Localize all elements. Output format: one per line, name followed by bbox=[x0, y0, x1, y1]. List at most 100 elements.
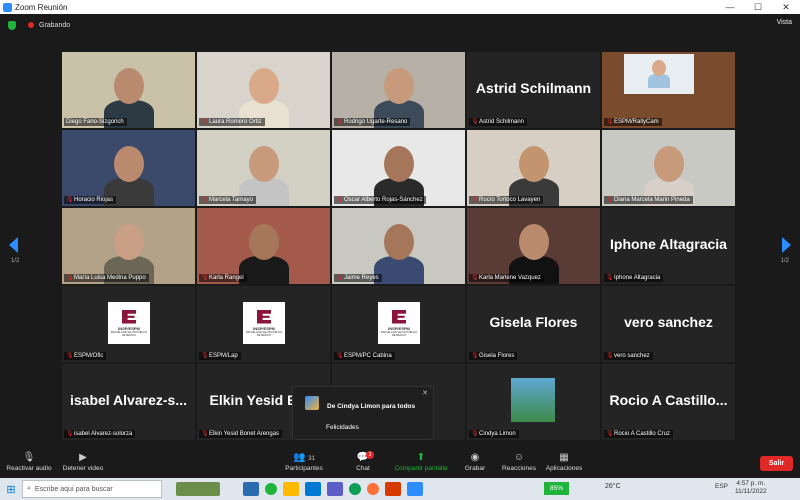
participant-name-label: 🎙 Horacio Riojas bbox=[64, 196, 117, 204]
espm-logo-subtext: ESCUELA DE SALUD PÚBLICA DE MÉXICO bbox=[110, 330, 148, 337]
battery-indicator[interactable]: 85% bbox=[544, 482, 569, 495]
view-button[interactable]: Vista bbox=[777, 19, 792, 26]
participant-name-label: 🎙 Karla Marlene Vazquez bbox=[469, 274, 544, 282]
taskbar-search-placeholder: Escribe aquí para buscar bbox=[34, 485, 113, 493]
video-feed bbox=[62, 208, 195, 284]
apps-icon: ▦ bbox=[559, 452, 569, 463]
previous-page-arrow-icon[interactable] bbox=[9, 237, 18, 253]
stop-video-label: Detener video bbox=[62, 465, 104, 472]
participant-display-name: Rocio A Castillo... bbox=[609, 392, 728, 408]
participant-tile[interactable]: 🎙 ESPM/RallyCam bbox=[602, 52, 735, 128]
participant-tile[interactable]: 🎙 Oscar Alberto Rojas-Sánchez bbox=[332, 130, 465, 206]
participant-name-label: 🎙 isabel Alvarez-solorza bbox=[64, 430, 136, 438]
participant-name-label: 🎙 Oscar Alberto Rojas-Sánchez bbox=[334, 196, 426, 204]
participant-tile[interactable]: 🎙 Horacio Riojas bbox=[62, 130, 195, 206]
file-explorer-icon[interactable] bbox=[283, 482, 299, 496]
participant-name-label: 🎙 Cindya Limon bbox=[469, 430, 519, 438]
participant-tile[interactable]: Astrid Schilmann 🎙 Astrid Schilmann bbox=[467, 52, 600, 128]
stop-video-button[interactable]: ▶ Detener video bbox=[60, 451, 106, 472]
participant-tile[interactable]: 🎙 María Luisa Medina Puppo bbox=[62, 208, 195, 284]
participant-tile[interactable]: 🎙 Rodrigo Ugarte-Resano bbox=[332, 52, 465, 128]
unmute-button[interactable]: 🎙 Reactivar audio bbox=[6, 451, 52, 472]
apps-button[interactable]: ▦ Aplicaciones bbox=[544, 451, 584, 472]
participant-name: Rocio A Castillo Cruz bbox=[614, 431, 671, 437]
participant-tile[interactable]: 🎙 Cindya Limon bbox=[467, 364, 600, 440]
participant-tile[interactable]: vero sanchez 🎙 vero sanchez bbox=[602, 286, 735, 362]
participant-tile[interactable]: 🎙 Laura Romero Ortiz bbox=[197, 52, 330, 128]
muted-mic-icon: 🎙 bbox=[66, 275, 74, 281]
weather-temp[interactable]: 26°C bbox=[605, 483, 621, 490]
participant-tile[interactable]: 🎙 Diana Marcela Marin Pineda bbox=[602, 130, 735, 206]
participant-name: Astrid Schilmann bbox=[479, 119, 525, 125]
participant-body bbox=[648, 74, 670, 88]
participant-tile[interactable]: 🎙 Rocío Tortoco Lavayen bbox=[467, 130, 600, 206]
participant-tile[interactable]: Gisela Flores 🎙 Gisela Flores bbox=[467, 286, 600, 362]
muted-mic-icon: 🎙 bbox=[471, 431, 479, 437]
leave-button[interactable]: Salir bbox=[760, 456, 793, 471]
chat-notification[interactable]: De Cindya Limon para todos Felicidades ✕ bbox=[292, 386, 434, 440]
page-indicator-left: 1/2 bbox=[11, 258, 20, 264]
muted-mic-icon: 🎙 bbox=[471, 275, 479, 281]
store-icon[interactable] bbox=[305, 482, 321, 496]
video-feed bbox=[62, 130, 195, 206]
language-indicator[interactable]: ESP bbox=[715, 483, 728, 490]
chat-close-icon[interactable]: ✕ bbox=[422, 389, 428, 397]
participant-tile[interactable]: INSP/ESPM ESCUELA DE SALUD PÚBLICA DE MÉX… bbox=[332, 286, 465, 362]
taskbar-search[interactable]: ⌕ Escribe aquí para buscar bbox=[22, 480, 162, 498]
windows-start-icon[interactable]: ⊞ bbox=[0, 478, 22, 500]
participant-name: ESPM/PC Cabina bbox=[344, 353, 392, 359]
participants-button[interactable]: 👥 31 Participantes bbox=[282, 451, 326, 472]
teams-icon[interactable] bbox=[327, 482, 343, 496]
powerpoint-icon[interactable] bbox=[385, 482, 401, 496]
participant-name-label: 🎙 Gisela Flores bbox=[469, 352, 518, 360]
participant-tile[interactable]: isabel Alvarez-s... 🎙 isabel Alvarez-solor… bbox=[62, 364, 195, 440]
participant-name: Cindya Limon bbox=[479, 431, 516, 437]
security-shield-icon[interactable] bbox=[8, 20, 16, 30]
participant-name: ESPM/Ofic bbox=[74, 353, 104, 359]
participant-tile[interactable]: 🎙 Jaime Reyes bbox=[332, 208, 465, 284]
participant-face bbox=[384, 68, 414, 104]
participant-name-label: 🎙 ESPM/Lap bbox=[199, 352, 241, 360]
participant-tile[interactable]: Rocio A Castillo... 🎙 Rocio A Castillo Cru… bbox=[602, 364, 735, 440]
reactions-button[interactable]: ☺ Reacciones bbox=[501, 451, 537, 472]
muted-mic-icon: 🎙 bbox=[66, 353, 74, 359]
participant-name: Jaime Reyes bbox=[344, 275, 379, 281]
zoom-taskbar-icon[interactable] bbox=[407, 482, 423, 496]
participant-name-label: 🎙 ESPM/PC Cabina bbox=[334, 352, 395, 360]
taskbar-widget-image[interactable] bbox=[176, 482, 220, 496]
participant-tile[interactable]: Diego Fano-Sizgorich bbox=[62, 52, 195, 128]
next-page-arrow-icon[interactable] bbox=[782, 237, 791, 253]
close-button[interactable]: ✕ bbox=[772, 2, 800, 13]
chat-button[interactable]: 💬 Chat 2 bbox=[350, 451, 376, 472]
participant-tile[interactable]: INSP/ESPM ESCUELA DE SALUD PÚBLICA DE MÉX… bbox=[62, 286, 195, 362]
outlook-icon[interactable] bbox=[243, 482, 259, 496]
muted-mic-icon: 🎙 bbox=[336, 119, 344, 125]
minimize-button[interactable]: — bbox=[716, 2, 744, 12]
participant-face bbox=[519, 224, 549, 260]
participant-name: Rodrigo Ugarte-Resano bbox=[344, 119, 408, 125]
record-button[interactable]: ◉ Grabar bbox=[462, 451, 488, 472]
clock[interactable]: 4:57 p. m. 11/11/2022 bbox=[735, 480, 767, 496]
participant-name: María Luisa Medina Puppo bbox=[74, 275, 146, 281]
participant-tile[interactable]: INSP/ESPM ESCUELA DE SALUD PÚBLICA DE MÉX… bbox=[197, 286, 330, 362]
muted-mic-icon: 🎙 bbox=[201, 119, 209, 125]
participant-name: ESPM/Lap bbox=[209, 353, 238, 359]
chat-sender-avatar bbox=[305, 396, 319, 410]
participant-tile[interactable]: 🎙 Marcela Tamayo bbox=[197, 130, 330, 206]
participants-label: Participantes bbox=[285, 465, 323, 472]
browser-icon[interactable] bbox=[349, 483, 361, 495]
spotify-icon[interactable] bbox=[265, 483, 277, 495]
participant-name-label: 🎙 Laura Romero Ortiz bbox=[199, 118, 265, 126]
participant-tile[interactable]: 🎙 Karla Marlene Vazquez bbox=[467, 208, 600, 284]
participant-tile[interactable]: Iphone Altagracia 🎙 Iphone Altagracia bbox=[602, 208, 735, 284]
participant-name-label: 🎙 ESPM/RallyCam bbox=[604, 118, 662, 126]
firefox-icon[interactable] bbox=[367, 483, 379, 495]
muted-mic-icon: 🎙 bbox=[66, 197, 74, 203]
share-screen-label: Compartir pantalla bbox=[394, 465, 448, 472]
participant-name-label: 🎙 Astrid Schilmann bbox=[469, 118, 528, 126]
share-screen-button[interactable]: ⬆ Compartir pantalla bbox=[390, 451, 452, 472]
participant-face bbox=[384, 146, 414, 182]
participant-face bbox=[249, 224, 279, 260]
participant-tile[interactable]: 🎙 Karla Rangel bbox=[197, 208, 330, 284]
maximize-button[interactable]: ☐ bbox=[744, 2, 772, 13]
